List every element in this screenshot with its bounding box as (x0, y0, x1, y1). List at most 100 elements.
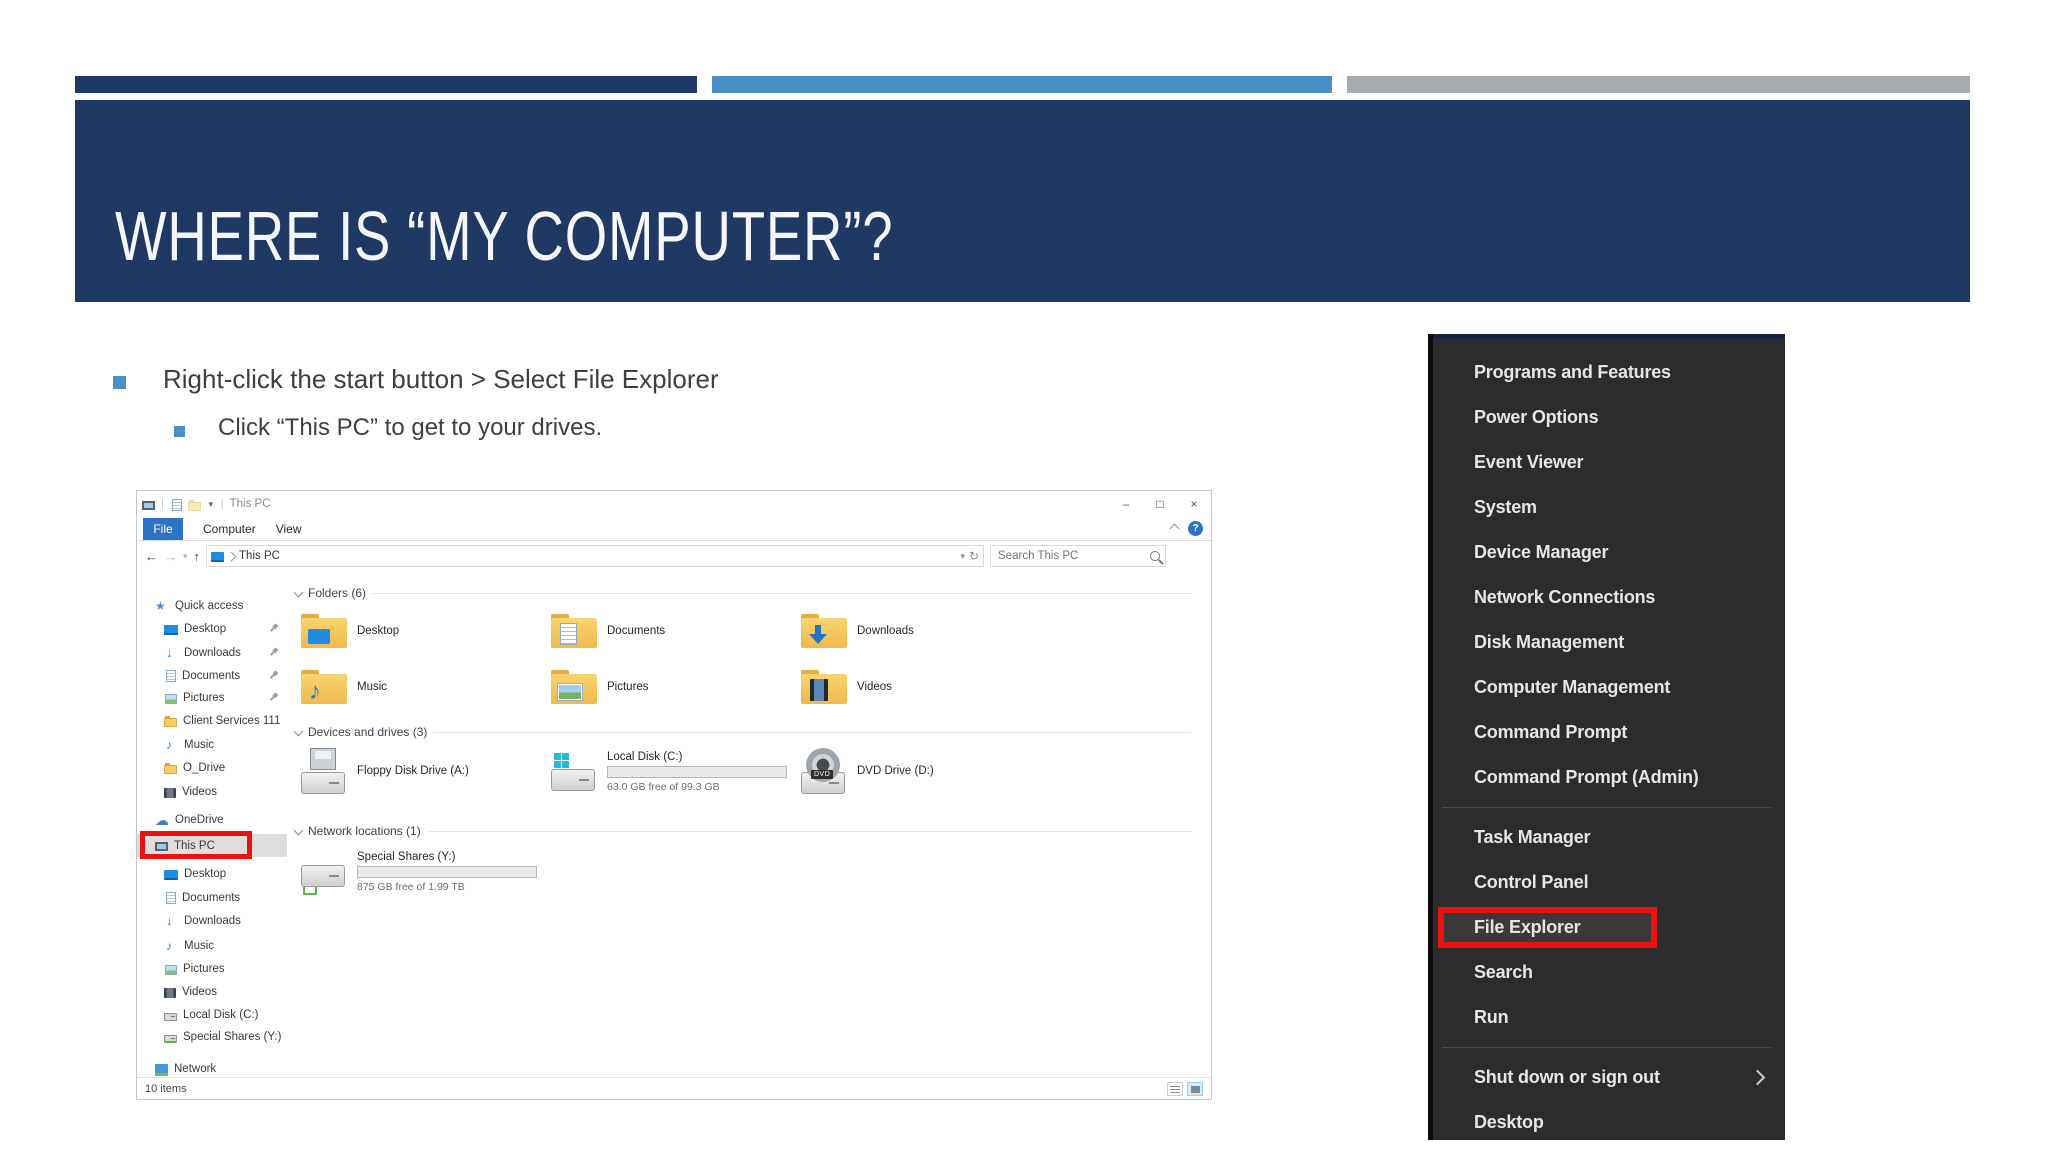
menu-item-command-prompt[interactable]: Command Prompt (1428, 710, 1785, 755)
download-icon (164, 645, 178, 660)
menu-item-power-options[interactable]: Power Options (1428, 395, 1785, 440)
nav-item-videos[interactable]: Videos (137, 980, 287, 1003)
menu-item-programs-and-features[interactable]: Programs and Features (1428, 350, 1785, 395)
nav-item-this-pc[interactable]: This PC (137, 831, 287, 859)
divider (426, 830, 1191, 832)
group-header-devices[interactable]: Devices and drives (3) (293, 724, 1191, 740)
folder-icon (801, 614, 847, 648)
tile-dvd-drive[interactable]: DVD DVD Drive (D:) (801, 747, 1041, 795)
menu-item-network-connections[interactable]: Network Connections (1428, 575, 1785, 620)
tab-view[interactable]: View (276, 522, 302, 536)
nav-item-pictures[interactable]: Pictures (137, 686, 287, 709)
quick-access-toolbar-dropdown-icon[interactable]: ▼ (207, 500, 215, 509)
menu-item-task-manager[interactable]: Task Manager (1428, 815, 1785, 860)
nav-item-pictures[interactable]: Pictures (137, 957, 287, 980)
divider (433, 731, 1191, 733)
nav-item-downloads[interactable]: Downloads (137, 641, 287, 664)
up-icon[interactable]: ↑ (194, 549, 201, 564)
address-dropdown-icon[interactable]: ▾ (960, 551, 965, 562)
tile-downloads[interactable]: Downloads (801, 607, 1041, 655)
search-box[interactable] (990, 545, 1167, 567)
tile-pictures[interactable]: Pictures (551, 663, 791, 711)
properties-icon[interactable] (171, 498, 182, 511)
help-icon[interactable]: ? (1188, 521, 1203, 536)
tab-file[interactable]: File (143, 517, 183, 540)
tile-local-disk[interactable]: Local Disk (C:) 63.0 GB free of 99.3 GB (551, 743, 791, 801)
nav-item-client-services[interactable]: Client Services 111 (137, 709, 287, 732)
search-input[interactable] (996, 549, 1151, 563)
tile-desktop[interactable]: Desktop (301, 607, 541, 655)
tile-floppy-drive[interactable]: Floppy Disk Drive (A:) (301, 747, 541, 795)
nav-item-downloads[interactable]: Downloads (137, 909, 287, 932)
nav-item-music[interactable]: Music (137, 934, 287, 957)
new-folder-icon[interactable] (187, 499, 201, 511)
this-pc-icon (142, 500, 155, 510)
thumbnail-view-icon[interactable] (1187, 1081, 1203, 1096)
back-icon[interactable]: ← (145, 549, 158, 564)
nav-item-music[interactable]: Music (137, 733, 287, 756)
menu-item-shut-down-or-sign-out[interactable]: Shut down or sign out (1428, 1055, 1785, 1100)
tile-special-shares[interactable]: Special Shares (Y:) 875 GB free of 1.99 … (301, 843, 541, 901)
group-header-folders[interactable]: Folders (6) (293, 585, 1191, 601)
collapse-ribbon-icon[interactable] (1169, 523, 1180, 534)
nav-item-documents[interactable]: Documents (137, 886, 287, 909)
this-pc-icon (211, 552, 225, 562)
desktop-icon (164, 624, 178, 635)
nav-item-documents[interactable]: Documents (137, 664, 287, 687)
address-field[interactable]: This PC ▾ ↻ (206, 545, 985, 567)
tile-documents[interactable]: Documents (551, 607, 791, 655)
nav-item-desktop[interactable]: Desktop (137, 617, 287, 640)
pin-icon (267, 621, 280, 634)
forward-icon[interactable]: → (164, 549, 177, 564)
chevron-down-icon[interactable] (293, 825, 304, 835)
highlight-rectangle (140, 831, 252, 859)
nav-item-o-drive[interactable]: O_Drive (137, 756, 287, 779)
details-view-icon[interactable] (1167, 1081, 1183, 1096)
menu-item-search[interactable]: Search (1428, 950, 1785, 995)
nav-item-onedrive[interactable]: OneDrive (137, 808, 287, 831)
chevron-down-icon[interactable] (293, 587, 304, 597)
recent-locations-icon[interactable]: ▾ (183, 551, 188, 562)
folder-icon (551, 614, 597, 648)
chevron-down-icon[interactable] (293, 726, 304, 736)
menu-item-run[interactable]: Run (1428, 995, 1785, 1040)
tile-music[interactable]: ♪ Music (301, 663, 541, 711)
nav-item-special-shares[interactable]: Special Shares (Y:) (137, 1025, 287, 1048)
separator: | (161, 498, 164, 510)
menu-item-command-prompt-admin[interactable]: Command Prompt (Admin) (1428, 755, 1785, 800)
pin-icon (267, 645, 280, 658)
status-bar: 10 items (137, 1077, 1211, 1099)
menu-item-event-viewer[interactable]: Event Viewer (1428, 440, 1785, 485)
close-button[interactable]: × (1177, 491, 1211, 517)
menu-item-computer-management[interactable]: Computer Management (1428, 665, 1785, 710)
video-icon (164, 787, 176, 798)
menu-item-disk-management[interactable]: Disk Management (1428, 620, 1785, 665)
divider (372, 592, 1191, 594)
folder-icon (164, 763, 177, 774)
group-header-network[interactable]: Network locations (1) (293, 823, 1191, 839)
nav-item-local-disk[interactable]: Local Disk (C:) (137, 1003, 287, 1026)
tile-videos[interactable]: Videos (801, 663, 1041, 711)
search-icon[interactable] (1150, 551, 1161, 561)
nav-item-quick-access[interactable]: Quick access (137, 594, 287, 617)
document-icon (166, 892, 176, 904)
menu-item-desktop[interactable]: Desktop (1428, 1100, 1785, 1145)
tab-computer[interactable]: Computer (203, 522, 256, 536)
accent-bar-gray (1347, 76, 1970, 93)
menu-top-border (1428, 334, 1785, 339)
minimize-button[interactable]: – (1109, 491, 1143, 517)
nav-item-videos[interactable]: Videos (137, 780, 287, 803)
menu-item-system[interactable]: System (1428, 485, 1785, 530)
nav-item-desktop[interactable]: Desktop (137, 862, 287, 885)
menu-item-control-panel[interactable]: Control Panel (1428, 860, 1785, 905)
dvd-drive-icon: DVD (801, 748, 847, 794)
maximize-button[interactable]: □ (1143, 491, 1177, 517)
refresh-icon[interactable]: ↻ (969, 549, 979, 563)
file-explorer-window: | ▼ | This PC – □ × File Computer View ?… (136, 490, 1212, 1100)
breadcrumb-chevron-icon (226, 551, 237, 561)
content-pane: Folders (6) Desktop Documents Downloads … (287, 571, 1211, 1077)
network-drive-icon (301, 849, 347, 895)
breadcrumb[interactable]: This PC (239, 550, 280, 562)
menu-item-file-explorer[interactable]: File Explorer (1428, 905, 1785, 950)
menu-item-device-manager[interactable]: Device Manager (1428, 530, 1785, 575)
